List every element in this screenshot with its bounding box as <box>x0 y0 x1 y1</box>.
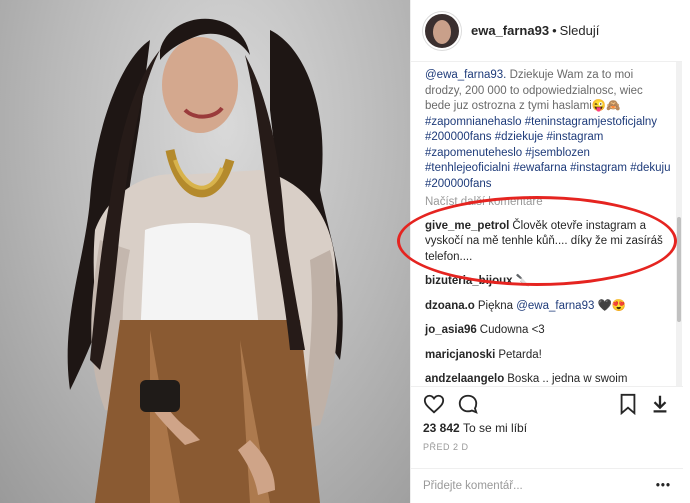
add-comment-input[interactable]: Přidejte komentář... <box>423 480 523 492</box>
load-more-comments-button[interactable]: Načíst další komentáře <box>425 195 671 211</box>
likes-number: 23 842 <box>423 421 460 435</box>
header-user-row: ewa_farna93 • Sledují <box>471 23 599 38</box>
comment-item: give_me_petrol Člověk otevře instagram a … <box>425 219 671 266</box>
username-link[interactable]: ewa_farna93 <box>471 23 549 38</box>
scrollbar-thumb[interactable] <box>677 217 681 322</box>
avatar[interactable] <box>423 11 461 50</box>
post-header: ewa_farna93 • Sledují <box>411 0 682 62</box>
post-photo[interactable] <box>0 0 410 503</box>
post-sidebar: ewa_farna93 • Sledují @ewa_farna93. Dzieku… <box>410 0 683 503</box>
comment-text: Cudowna <3 <box>479 324 545 336</box>
likes-label: To se mi líbí <box>463 421 528 435</box>
comment-username[interactable]: bizuteria_bijoux <box>425 275 513 287</box>
add-comment-bar: Přidejte komentář... ••• <box>411 468 683 503</box>
comment-text: 🔪 <box>515 275 530 287</box>
comments-list: @ewa_farna93. Dziekuje Wam za to moi dro… <box>411 62 683 386</box>
comments-scrollbar[interactable] <box>676 62 682 386</box>
comment-item: dzoana.o Piękna @ewa_farna93 🖤😍 <box>425 299 671 315</box>
comment-username[interactable]: dzoana.o <box>425 300 475 312</box>
caption-hashtags[interactable]: #zapomnianehaslo #teninstagramjestoficja… <box>425 116 671 190</box>
follow-button[interactable]: Sledují <box>560 23 600 38</box>
comment-username[interactable]: andzelaangelo <box>425 373 504 385</box>
likes-count[interactable]: 23 842 To se mi líbí <box>423 421 527 435</box>
post-date: PŘED 2 D <box>423 442 469 452</box>
comment-username[interactable]: give_me_petrol <box>425 220 509 232</box>
comment-item: maricjanoski Petarda! <box>425 348 671 364</box>
action-bar-right <box>607 393 671 415</box>
comment-text: Petarda! <box>498 348 542 361</box>
comment-username[interactable]: jo_asia96 <box>425 324 477 336</box>
comment-item: jo_asia96 Cudowna <3 <box>425 323 671 339</box>
download-icon[interactable] <box>649 393 671 415</box>
comment-item: andzelaangeloBoska .. jedna w swoim rodz… <box>425 372 671 386</box>
comment-text: Piękna <box>477 299 517 312</box>
comment-item: bizuteria_bijoux 🔪 <box>425 274 671 290</box>
comment-icon[interactable] <box>457 393 479 415</box>
bookmark-icon[interactable] <box>617 393 639 415</box>
separator: • <box>552 23 557 38</box>
caption: @ewa_farna93. Dziekuje Wam za to moi dro… <box>425 68 671 192</box>
more-icon[interactable]: ••• <box>656 480 671 492</box>
woman-portrait-image <box>67 18 343 503</box>
action-bar <box>411 386 683 420</box>
comment-mention[interactable]: @ewa_farna93 <box>516 300 594 312</box>
comment-text-after: 🖤😍 <box>594 299 627 312</box>
heart-icon[interactable] <box>423 393 445 415</box>
comment-username[interactable]: maricjanoski <box>425 349 495 361</box>
caption-mention[interactable]: @ewa_farna93. <box>425 69 506 81</box>
